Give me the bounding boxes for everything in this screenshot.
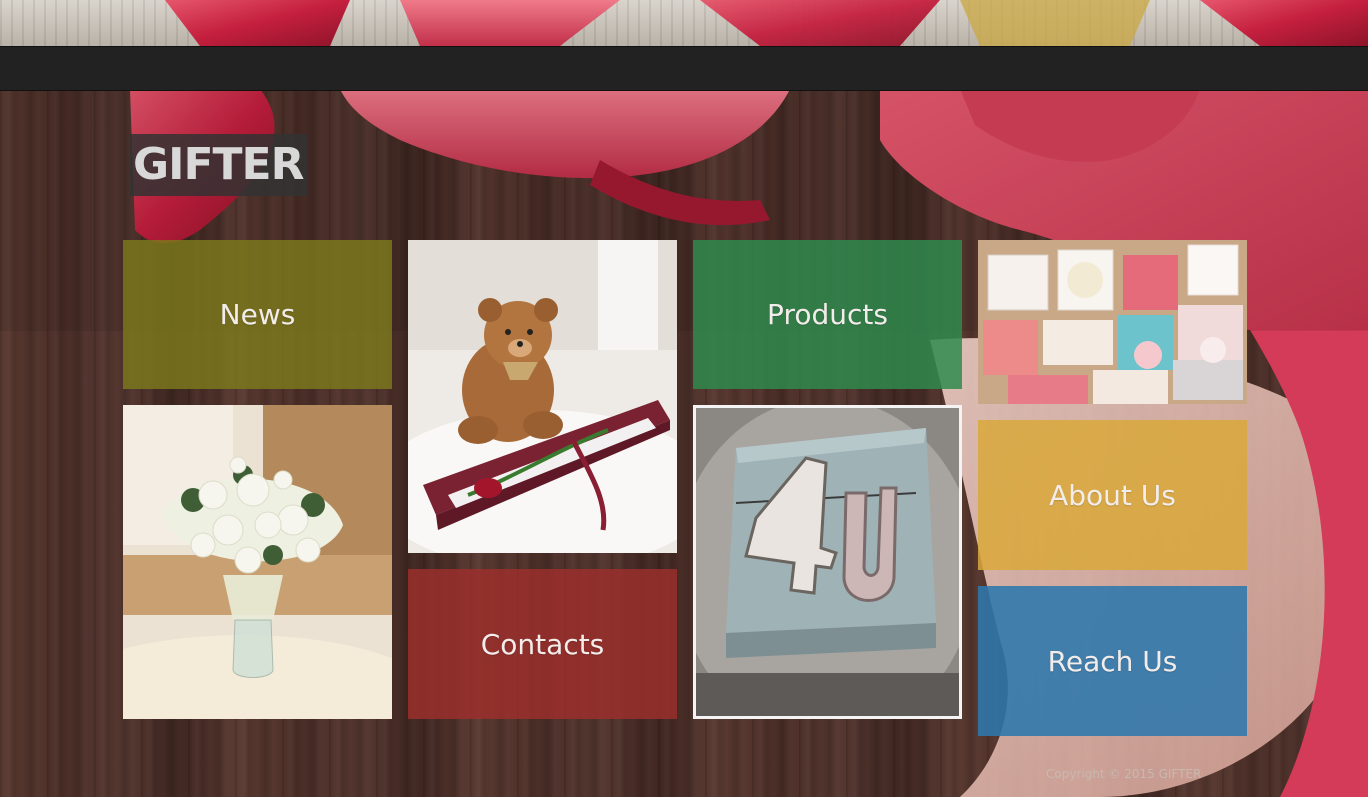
tile-reach-us-label: Reach Us: [1047, 644, 1178, 678]
site-logo[interactable]: GIFTER: [130, 134, 307, 196]
tile-news-label: News: [219, 298, 296, 331]
tile-products[interactable]: Products: [693, 240, 962, 389]
teddy-bear-rose-box-photo[interactable]: [408, 240, 677, 553]
4u-gift-box-photo[interactable]: [693, 405, 962, 719]
page: GIFTER News Contacts Products About Us R…: [0, 0, 1368, 797]
footer-copyright: Copyright © 2015 GIFTER: [1046, 767, 1202, 781]
flower-bouquet-photo[interactable]: [123, 405, 392, 719]
tile-products-label: Products: [767, 298, 888, 331]
tile-contacts[interactable]: Contacts: [408, 569, 677, 719]
top-navigation-bar: [0, 46, 1368, 91]
tile-contacts-label: Contacts: [480, 627, 605, 661]
decorated-gift-boxes-photo[interactable]: [978, 240, 1247, 404]
tile-reach-us[interactable]: Reach Us: [978, 586, 1247, 736]
tile-about-us[interactable]: About Us: [978, 420, 1247, 570]
tile-about-us-label: About Us: [1049, 478, 1176, 512]
tile-news[interactable]: News: [123, 240, 392, 389]
